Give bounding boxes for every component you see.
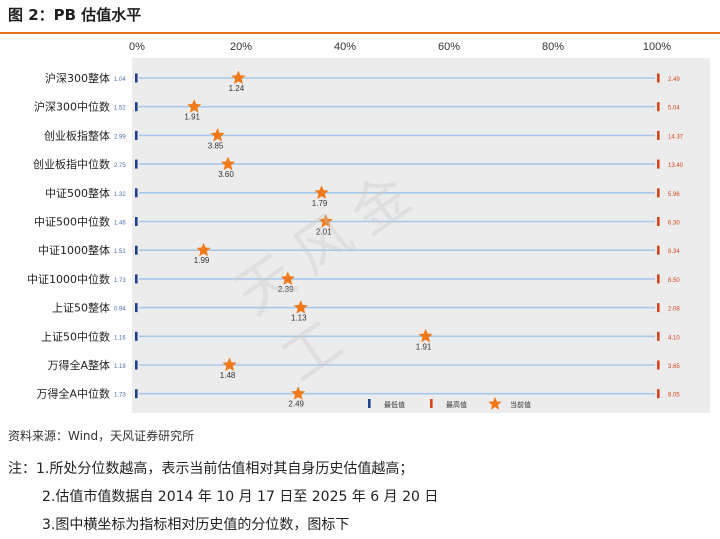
max-marker: [657, 303, 660, 313]
max-marker: [657, 159, 660, 169]
figure-title: 图 2：PB 估值水平: [8, 6, 142, 24]
category-label: 沪深300整体: [45, 71, 110, 85]
min-value-label: 2.75: [114, 163, 126, 169]
min-marker: [135, 274, 138, 284]
max-marker: [657, 102, 660, 112]
source-note: 资料来源：Wind，天风证券研究所: [8, 429, 195, 443]
min-value-label: 1.73: [114, 278, 126, 284]
category-label: 上证50整体: [52, 301, 110, 315]
min-marker: [135, 188, 138, 198]
max-value-label: 8.34: [668, 249, 680, 255]
category-label: 沪深300中位数: [34, 100, 110, 114]
max-value-label: 4.10: [668, 335, 680, 341]
plot-area: [132, 58, 710, 413]
note-1: 注：1.所处分位数越高，表示当前估值相对其自身历史估值越高；: [8, 461, 414, 477]
max-value-label: 3.65: [668, 364, 680, 370]
current-value-label: 1.24: [229, 84, 245, 93]
max-marker: [657, 245, 660, 255]
min-marker: [135, 331, 138, 341]
max-marker: [657, 130, 660, 140]
min-marker: [135, 102, 138, 112]
legend-min-swatch: [368, 399, 371, 408]
current-value-label: 1.99: [194, 256, 210, 265]
current-value-label: 2.01: [316, 228, 332, 237]
min-marker: [135, 360, 138, 370]
min-value-label: 1.18: [114, 364, 126, 370]
max-value-label: 5.04: [668, 106, 680, 112]
max-value-label: 6.30: [668, 221, 680, 227]
max-value-label: 8.05: [668, 393, 680, 399]
max-value-label: 2.08: [668, 307, 680, 313]
current-value-label: 1.91: [416, 342, 432, 351]
x-tick-label: 100%: [643, 41, 671, 53]
note-3: 3.图中横坐标为指标相对历史值的分位数，图标下: [42, 517, 350, 533]
min-value-label: 2.99: [114, 134, 126, 140]
category-label: 中证500整体: [45, 186, 110, 200]
max-marker: [657, 331, 660, 341]
category-label: 上证50中位数: [41, 329, 110, 343]
x-tick-label: 40%: [334, 41, 356, 53]
min-value-label: 1.46: [114, 221, 126, 227]
legend-current-label: 当前值: [510, 400, 531, 409]
note-2: 2.估值市值数据自 2014 年 10 月 17 日至 2025 年 6 月 2…: [42, 489, 439, 505]
legend-min-label: 最低值: [384, 400, 405, 409]
min-value-label: 1.52: [114, 106, 126, 112]
max-value-label: 5.96: [668, 192, 680, 198]
x-tick-label: 20%: [230, 41, 252, 53]
min-marker: [135, 217, 138, 226]
min-value-label: 0.94: [114, 307, 126, 313]
max-value-label: 14.37: [668, 134, 684, 140]
min-value-label: 1.51: [114, 249, 126, 255]
max-marker: [657, 274, 660, 284]
max-marker: [657, 188, 660, 198]
category-label: 中证500中位数: [34, 215, 110, 229]
x-tick-label: 80%: [542, 41, 564, 53]
max-value-label: 2.49: [668, 77, 680, 83]
min-marker: [135, 73, 138, 83]
max-marker: [657, 360, 660, 370]
title-divider: [0, 32, 720, 34]
pb-percentile-chart: 0% 20% 40% 60% 80% 100% 沪深300整体 1.04 2.49 1.24 沪深3…: [27, 41, 710, 413]
min-value-label: 1.04: [114, 77, 126, 83]
current-value-label: 3.85: [208, 141, 224, 150]
category-label: 中证1000中位数: [27, 272, 110, 286]
max-marker: [657, 389, 660, 399]
category-label: 万得全A中位数: [36, 387, 110, 401]
max-value-label: 8.50: [668, 278, 680, 284]
current-value-label: 3.60: [218, 170, 234, 179]
current-value-label: 1.48: [220, 371, 236, 380]
current-value-label: 2.49: [288, 400, 304, 409]
x-tick-label: 0%: [129, 41, 145, 53]
category-label: 中证1000整体: [38, 243, 110, 257]
max-marker: [657, 73, 660, 83]
min-value-label: 1.32: [114, 192, 126, 198]
min-marker: [135, 245, 138, 255]
current-value-label: 2.39: [278, 285, 294, 294]
min-value-label: 1.73: [114, 393, 126, 399]
min-value-label: 1.16: [114, 335, 126, 341]
current-value-label: 1.13: [291, 314, 307, 323]
legend-max-label: 最高值: [446, 400, 467, 409]
min-marker: [135, 159, 138, 169]
category-label: 万得全A整体: [47, 358, 110, 372]
category-label: 创业板指中位数: [33, 157, 110, 171]
min-marker: [135, 303, 138, 313]
current-value-label: 1.91: [184, 113, 200, 122]
category-label: 创业板指整体: [44, 128, 110, 142]
min-marker: [135, 130, 138, 140]
x-tick-label: 60%: [438, 41, 460, 53]
max-value-label: 13.40: [668, 163, 684, 169]
legend-max-swatch: [430, 399, 433, 408]
current-value-label: 1.79: [312, 199, 328, 208]
max-marker: [657, 217, 660, 226]
min-marker: [135, 389, 138, 399]
